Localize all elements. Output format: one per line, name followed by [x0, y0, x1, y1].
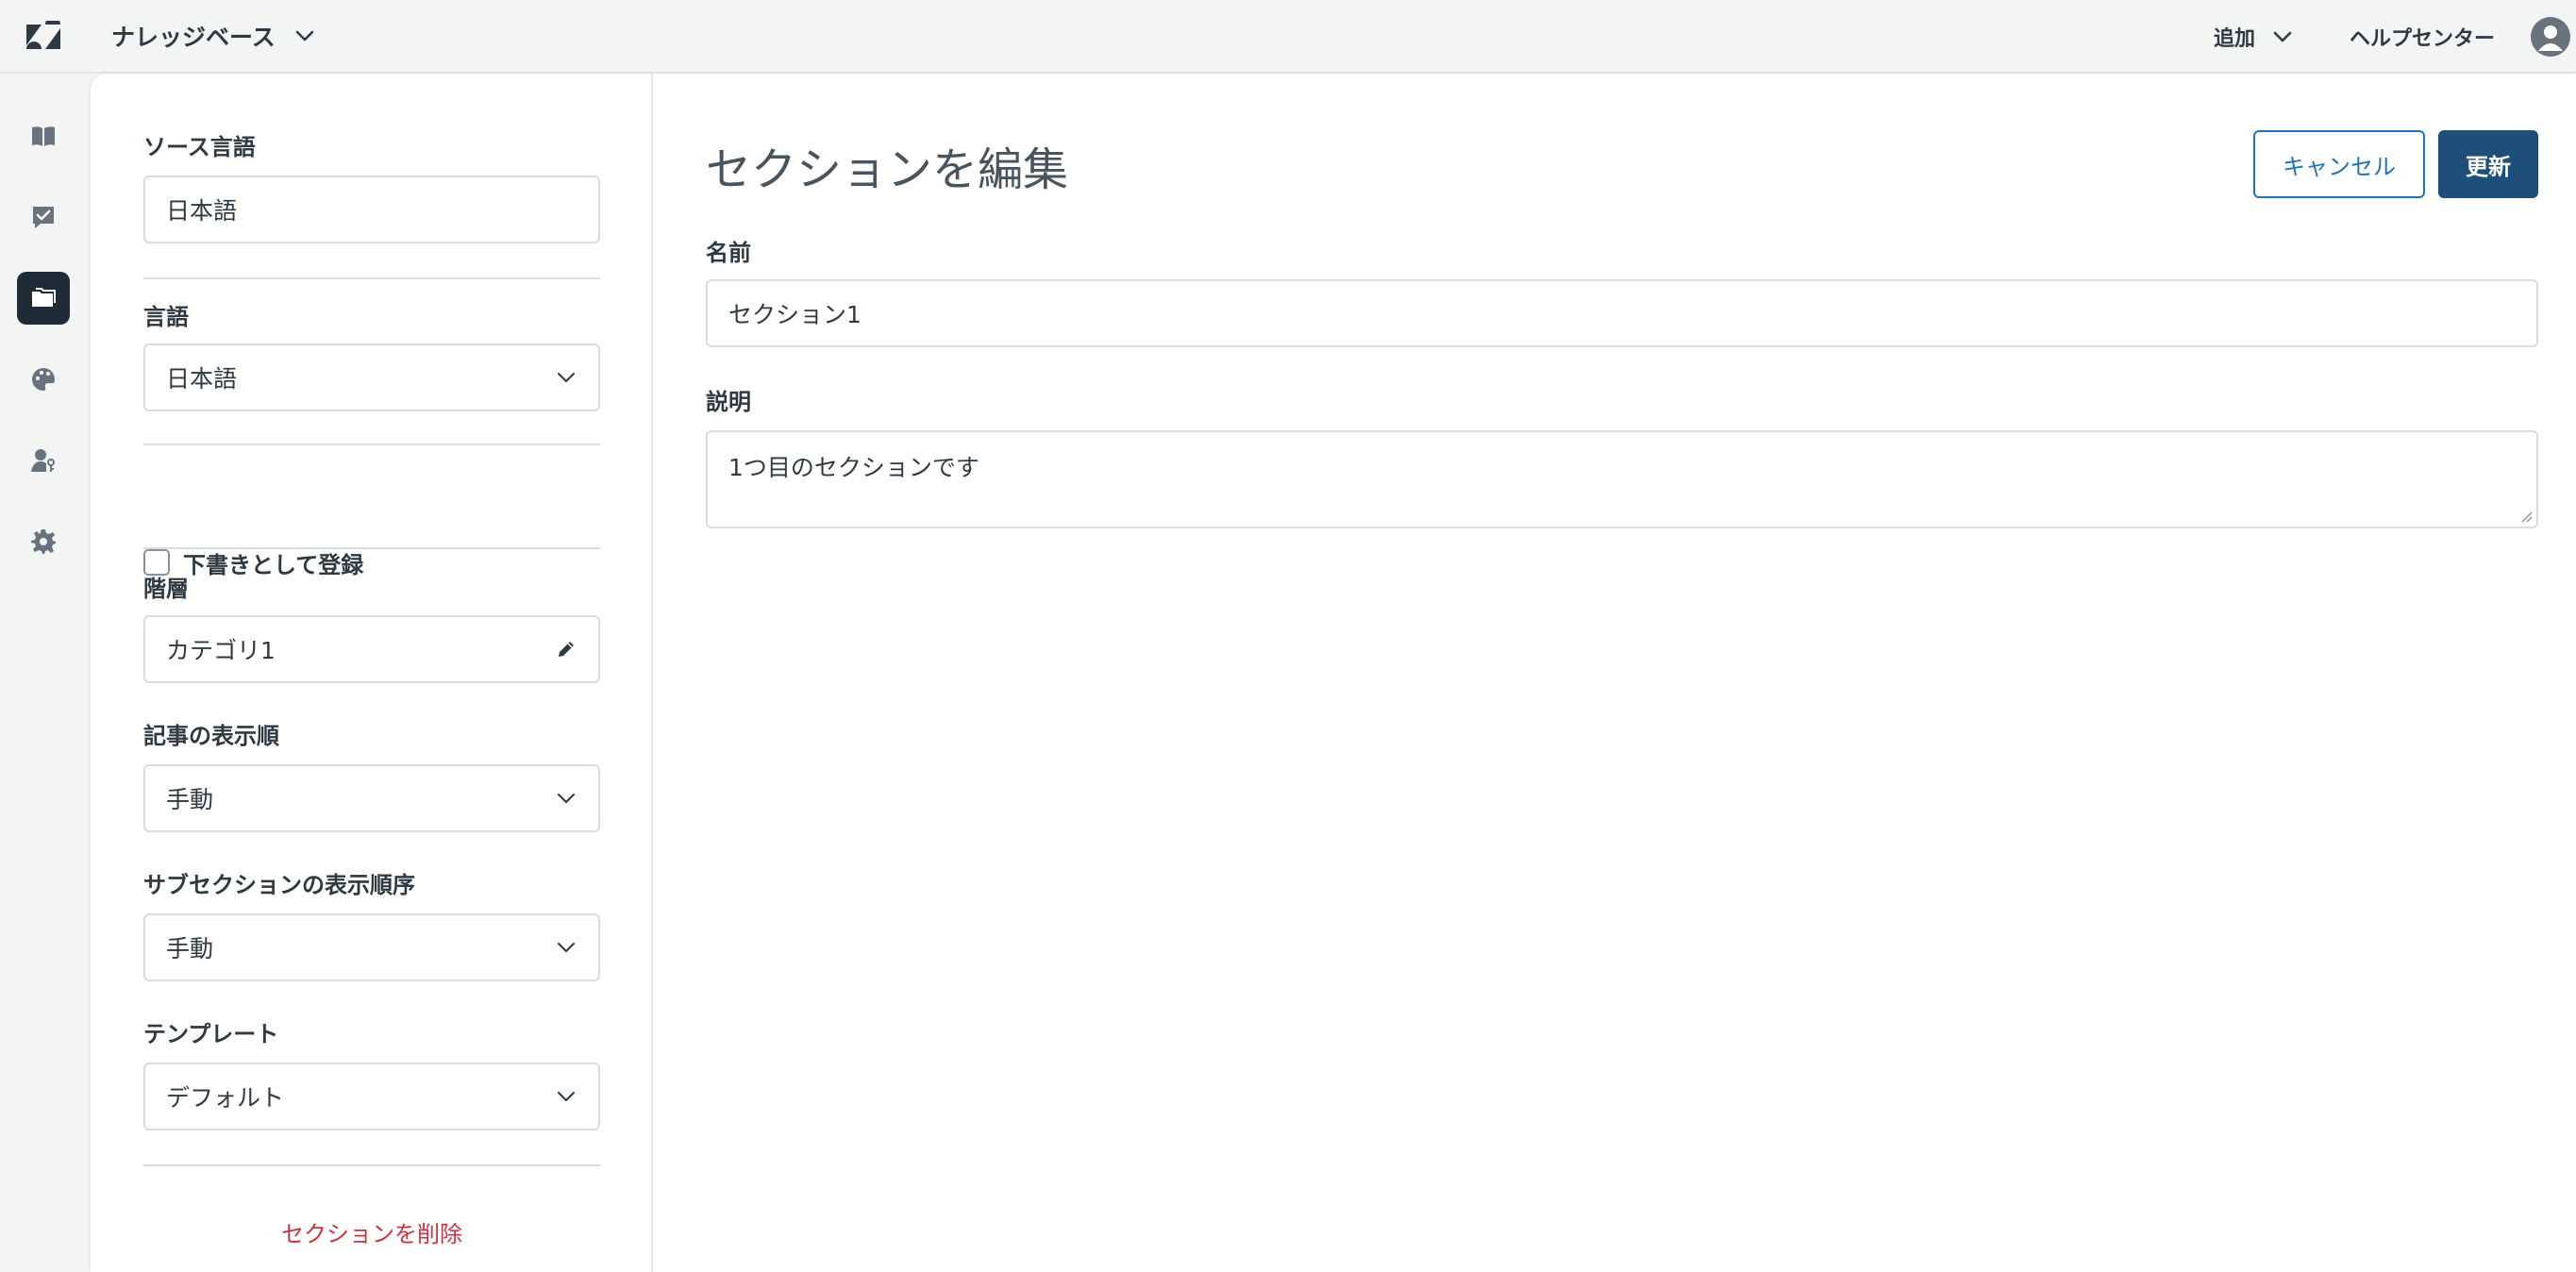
resize-handle-icon[interactable]: [2517, 508, 2533, 523]
source-language-value: 日本語: [166, 197, 238, 225]
user-avatar-icon[interactable]: [2531, 17, 2570, 57]
language-select[interactable]: 日本語: [143, 343, 600, 411]
nav-item-sections[interactable]: [17, 272, 70, 325]
delete-section-link[interactable]: セクションを削除: [143, 1215, 600, 1248]
divider: [143, 444, 600, 445]
chevron-down-icon: [558, 794, 575, 803]
nav-item-settings[interactable]: [17, 515, 70, 568]
nav-item-tasks[interactable]: [17, 191, 70, 243]
name-label: 名前: [706, 240, 751, 266]
divider: [143, 277, 600, 279]
chevron-down-icon: [558, 1092, 575, 1101]
palette-icon: [32, 368, 55, 391]
hierarchy-field[interactable]: カテゴリ1: [143, 615, 600, 683]
product-switcher[interactable]: ナレッジベース: [111, 17, 317, 55]
source-language-label: ソース言語: [143, 134, 256, 160]
article-order-value: 手動: [166, 786, 214, 813]
template-value: デフォルト: [166, 1084, 285, 1112]
name-input[interactable]: セクション1: [706, 279, 2538, 347]
top-bar: ナレッジベース 追加 ヘルプセンター: [0, 0, 2576, 74]
nav-item-knowledge[interactable]: [17, 109, 70, 162]
nav-item-permissions[interactable]: [17, 434, 70, 487]
pencil-icon[interactable]: [555, 638, 577, 661]
divider: [143, 547, 600, 549]
hierarchy-value: カテゴリ1: [166, 637, 276, 664]
article-order-select[interactable]: 手動: [143, 764, 600, 832]
draft-checkbox-label[interactable]: 下書きとして登録: [183, 546, 363, 579]
update-button[interactable]: 更新: [2438, 130, 2538, 198]
main-card: ソース言語 日本語 言語 日本語 下書きとして登録 階層 カテゴリ1 記事の表示…: [91, 74, 2576, 1272]
help-center-link[interactable]: ヘルプセンター: [2350, 19, 2495, 55]
section-settings-panel: ソース言語 日本語 言語 日本語 下書きとして登録 階層 カテゴリ1 記事の表示…: [91, 74, 653, 1272]
divider: [143, 1164, 600, 1166]
chevron-down-icon: [558, 373, 575, 382]
template-select[interactable]: デフォルト: [143, 1063, 600, 1130]
page-title: セクションを編集: [706, 143, 1069, 196]
description-textarea[interactable]: 1つ目のセクションです: [706, 430, 2538, 528]
language-value: 日本語: [166, 365, 238, 393]
subsection-order-label: サブセクションの表示順序: [143, 872, 415, 898]
left-nav: [0, 74, 89, 1272]
book-icon: [32, 126, 55, 146]
gear-icon: [31, 529, 56, 554]
nav-item-themes[interactable]: [17, 353, 70, 406]
add-menu-button[interactable]: 追加: [2214, 19, 2295, 55]
source-language-field: 日本語: [143, 176, 600, 243]
language-label: 言語: [143, 304, 189, 330]
section-editor: セクションを編集 キャンセル 更新 名前 セクション1 説明 1つ目のセクション…: [653, 74, 2576, 1272]
chevron-down-icon: [558, 943, 575, 952]
folder-icon: [32, 288, 56, 307]
product-name: ナレッジベース: [111, 24, 276, 51]
zendesk-logo-icon[interactable]: [25, 17, 62, 51]
template-label: テンプレート: [143, 1021, 279, 1047]
subsection-order-value: 手動: [166, 935, 214, 962]
cancel-button[interactable]: キャンセル: [2253, 130, 2425, 198]
description-value: 1つ目のセクションです: [728, 454, 979, 481]
article-order-label: 記事の表示順: [143, 723, 279, 749]
checklist-icon: [33, 207, 54, 228]
subsection-order-select[interactable]: 手動: [143, 913, 600, 981]
chevron-down-icon: [295, 30, 314, 42]
hierarchy-label: 階層: [143, 576, 189, 602]
add-menu-label: 追加: [2214, 27, 2256, 51]
chevron-down-icon: [2273, 31, 2292, 42]
user-key-icon: [31, 449, 55, 472]
description-label: 説明: [706, 389, 751, 415]
